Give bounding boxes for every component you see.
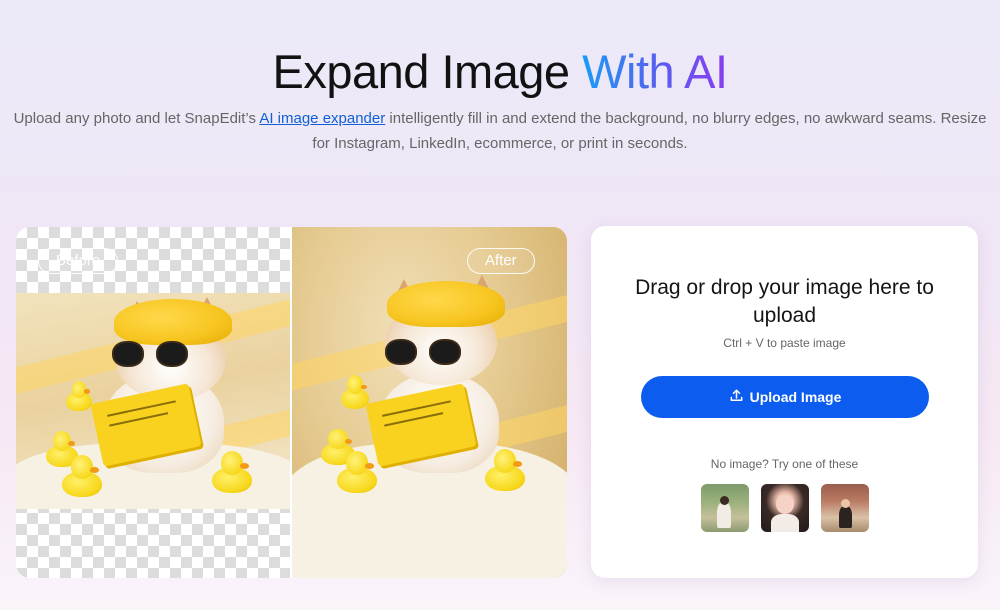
sample-image-2[interactable] xyxy=(761,484,809,532)
before-label: Before xyxy=(38,248,119,274)
paste-hint: Ctrl + V to paste image xyxy=(723,336,846,350)
upload-icon xyxy=(729,388,744,406)
page-title: Expand Image With AI xyxy=(0,44,1000,99)
upload-button-label: Upload Image xyxy=(749,389,842,405)
sample-image-1[interactable] xyxy=(701,484,749,532)
sample-images-label: No image? Try one of these xyxy=(710,457,859,471)
before-image xyxy=(16,293,290,509)
desc-text-before: Upload any photo and let SnapEdit’s xyxy=(13,110,260,127)
sample-image-3[interactable] xyxy=(821,484,869,532)
sample-images xyxy=(701,484,869,532)
after-image: After xyxy=(291,227,567,578)
title-main: Expand Image xyxy=(272,45,583,98)
desc-text-after: intelligently fill in and extend the bac… xyxy=(312,110,987,152)
ai-image-expander-link[interactable]: AI image expander xyxy=(259,110,385,127)
before-after-comparison: Before After xyxy=(16,227,567,578)
upload-dropzone[interactable]: Drag or drop your image here to upload C… xyxy=(591,226,978,578)
page-description: Upload any photo and let SnapEdit’s AI i… xyxy=(10,106,990,156)
after-label: After xyxy=(467,248,535,274)
upload-title: Drag or drop your image here to upload xyxy=(635,276,934,327)
upload-image-button[interactable]: Upload Image xyxy=(641,376,929,418)
title-accent: With AI xyxy=(582,45,728,98)
comparison-slider-handle[interactable] xyxy=(290,227,292,578)
